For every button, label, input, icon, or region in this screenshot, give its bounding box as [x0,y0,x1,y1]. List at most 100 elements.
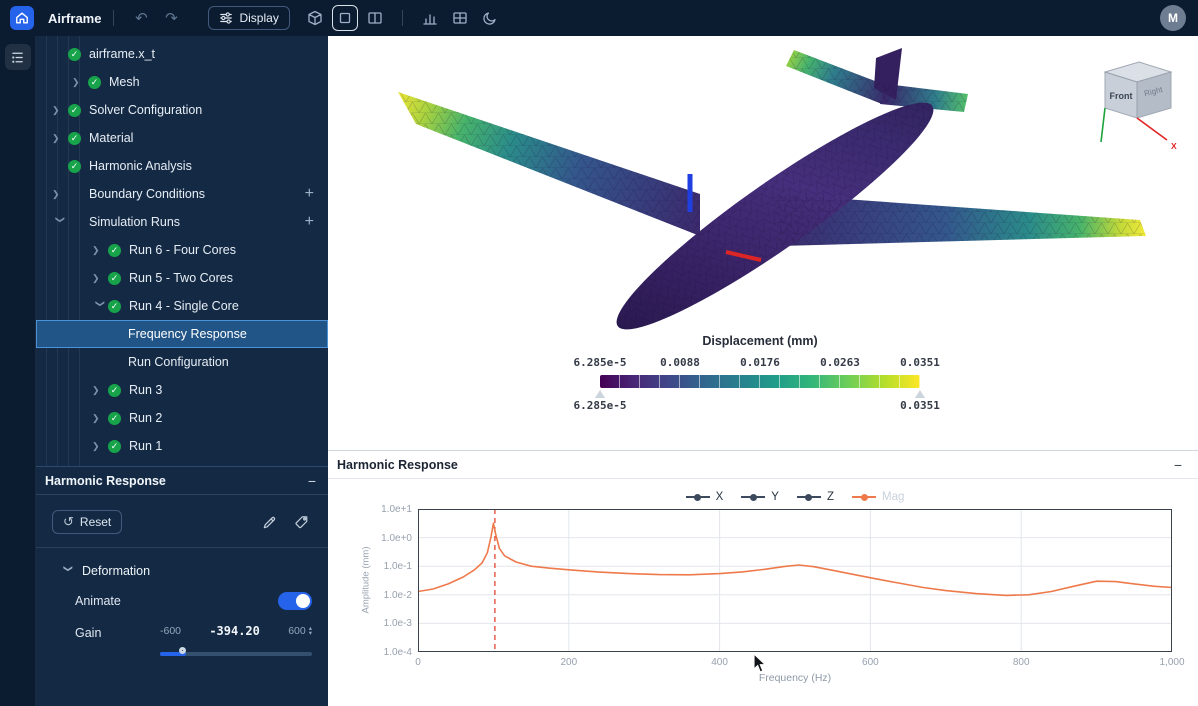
colorbar-min-handle[interactable] [595,390,605,398]
tree-item-run-3[interactable]: ❯✓Run 3 [36,376,328,404]
chart-tool-button[interactable] [417,5,443,31]
colorbar-max-handle[interactable] [915,390,925,398]
harmonic-response-inspector: Harmonic Response − ↺ Reset ❯ Deformatio… [36,466,328,706]
y-tick-label: 1.0e-4 [358,647,412,658]
legend-item-y[interactable]: Y [741,491,779,503]
deformation-section[interactable]: ❯ Deformation [36,548,328,578]
tree-item-mesh[interactable]: ❯✓Mesh [36,68,328,96]
tree-item-run-4-single-core[interactable]: ❯✓Run 4 - Single Core [36,292,328,320]
avatar[interactable]: M [1160,5,1186,31]
chevron-right-icon[interactable]: ❯ [52,105,68,116]
tree-item-material[interactable]: ❯✓Material [36,124,328,152]
tree-item-simulation-runs[interactable]: ❯Simulation Runs+ [36,208,328,236]
gain-stepper[interactable]: ▴▾ [309,626,312,636]
chevron-right-icon[interactable]: ❯ [92,441,108,452]
chevron-right-icon[interactable]: ❯ [92,413,108,424]
legend-marker [797,496,821,498]
axis-x-label: X [1171,141,1177,151]
check-icon: ✓ [68,48,81,61]
tree-view-button[interactable] [5,44,31,70]
tree-item-boundary-conditions[interactable]: ❯Boundary Conditions+ [36,180,328,208]
colorbar-tick: 6.285e-5 [574,356,627,369]
y-tick-label: 1.0e-2 [358,590,412,601]
chevron-right-icon[interactable]: ❯ [92,245,108,256]
legend-label: Mag [882,491,904,503]
animate-toggle[interactable] [278,592,312,610]
gain-slider[interactable] [160,646,312,662]
inspector-toolbar: ↺ Reset [36,495,328,548]
cube-tool-button[interactable] [302,5,328,31]
panels-tool-button[interactable] [362,5,388,31]
tree-item-label: Material [89,131,133,145]
tree-item-harmonic-analysis[interactable]: ✓Harmonic Analysis [36,152,328,180]
gain-value[interactable]: -394.20 [181,624,288,638]
grid-tool-button[interactable] [447,5,473,31]
tree-item-solver-configuration[interactable]: ❯✓Solver Configuration [36,96,328,124]
collapse-panel-button[interactable]: − [308,474,316,488]
tree-item-frequency-response[interactable]: Frequency Response [36,320,328,348]
collapse-chart-button[interactable]: − [1174,457,1182,473]
legend-item-x[interactable]: X [686,491,724,503]
left-icon-strip [0,36,36,706]
tree-item-label: Run 5 - Two Cores [129,271,233,285]
tag-button[interactable] [290,511,312,533]
tree-item-run-2[interactable]: ❯✓Run 2 [36,404,328,432]
x-tick-label: 800 [1013,657,1030,668]
orientation-cube[interactable]: Front Right X [1091,50,1183,154]
chevron-right-icon[interactable]: ❯ [92,273,108,284]
home-button[interactable] [10,6,34,30]
cube-front-label[interactable]: Front [1110,91,1133,101]
chevron-down-icon[interactable]: ❯ [54,215,65,231]
display-button[interactable]: Display [208,6,289,30]
gain-label: Gain [75,624,101,640]
tree-item-run-1[interactable]: ❯✓Run 1 [36,432,328,460]
chevron-down-icon[interactable]: ❯ [94,299,105,315]
add-button[interactable]: + [305,186,314,202]
frequency-response-plot[interactable] [418,509,1172,652]
square-tool-button[interactable] [332,5,358,31]
redo-button[interactable]: ↷ [158,5,184,31]
chevron-right-icon[interactable]: ❯ [52,133,68,144]
chevron-right-icon[interactable]: ❯ [52,189,68,200]
slider-handle[interactable] [179,647,186,654]
check-icon: ✓ [108,384,121,397]
tree-item-run-5-two-cores[interactable]: ❯✓ Run 5 - Two Cores [36,264,328,292]
reset-icon: ↺ [63,514,74,530]
y-axis-label: Amplitude (mm) [361,546,372,613]
legend-marker [741,496,765,498]
gain-row: Gain -600 -394.20 600 ▴▾ [36,610,328,662]
tree-item-run-6-four-cores[interactable]: ❯✓ Run 6 - Four Cores [36,236,328,264]
project-tree: ✓airframe.x_t❯✓Mesh❯✓Solver Configuratio… [36,36,328,466]
undo-button[interactable]: ↶ [128,5,154,31]
theme-toggle-button[interactable] [477,5,503,31]
legend-item-mag[interactable]: Mag [852,491,904,503]
y-tick-label: 1.0e+0 [358,533,412,544]
x-tick-label: 600 [862,657,879,668]
probe-button[interactable] [258,511,280,533]
chevron-right-icon[interactable]: ❯ [72,77,88,88]
toggle-knob [296,594,310,608]
check-icon: ✓ [108,244,121,257]
viewport-3d[interactable]: Front Right X Displacement (mm) 6.285e-5… [328,36,1198,450]
tree-item-label: Run Configuration [128,355,229,369]
pen-probe-icon [262,515,277,530]
check-icon: ✓ [108,272,121,285]
legend-item-z[interactable]: Z [797,491,834,503]
reset-button[interactable]: ↺ Reset [52,510,122,534]
chevron-right-icon[interactable]: ❯ [92,385,108,396]
colorbar-tick: 0.0176 [740,356,780,369]
inspector-title: Harmonic Response [45,474,166,488]
airframe-geometry[interactable] [398,48,1146,353]
x-tick-label: 200 [560,657,577,668]
tree-item-airframe-x-t[interactable]: ✓airframe.x_t [36,40,328,68]
tree-item-label: Harmonic Analysis [89,159,192,173]
tree-item-label: Run 6 - Four Cores [129,243,236,257]
legend-label: Z [827,491,834,503]
stepper-down-icon[interactable]: ▾ [309,631,312,636]
tree-item-run-configuration[interactable]: Run Configuration [36,348,328,376]
bar-chart-icon [422,10,438,26]
cube-icon [307,10,323,26]
x-tick-label: 1,000 [1159,657,1184,668]
add-button[interactable]: + [305,214,314,230]
grid-icon [452,10,468,26]
